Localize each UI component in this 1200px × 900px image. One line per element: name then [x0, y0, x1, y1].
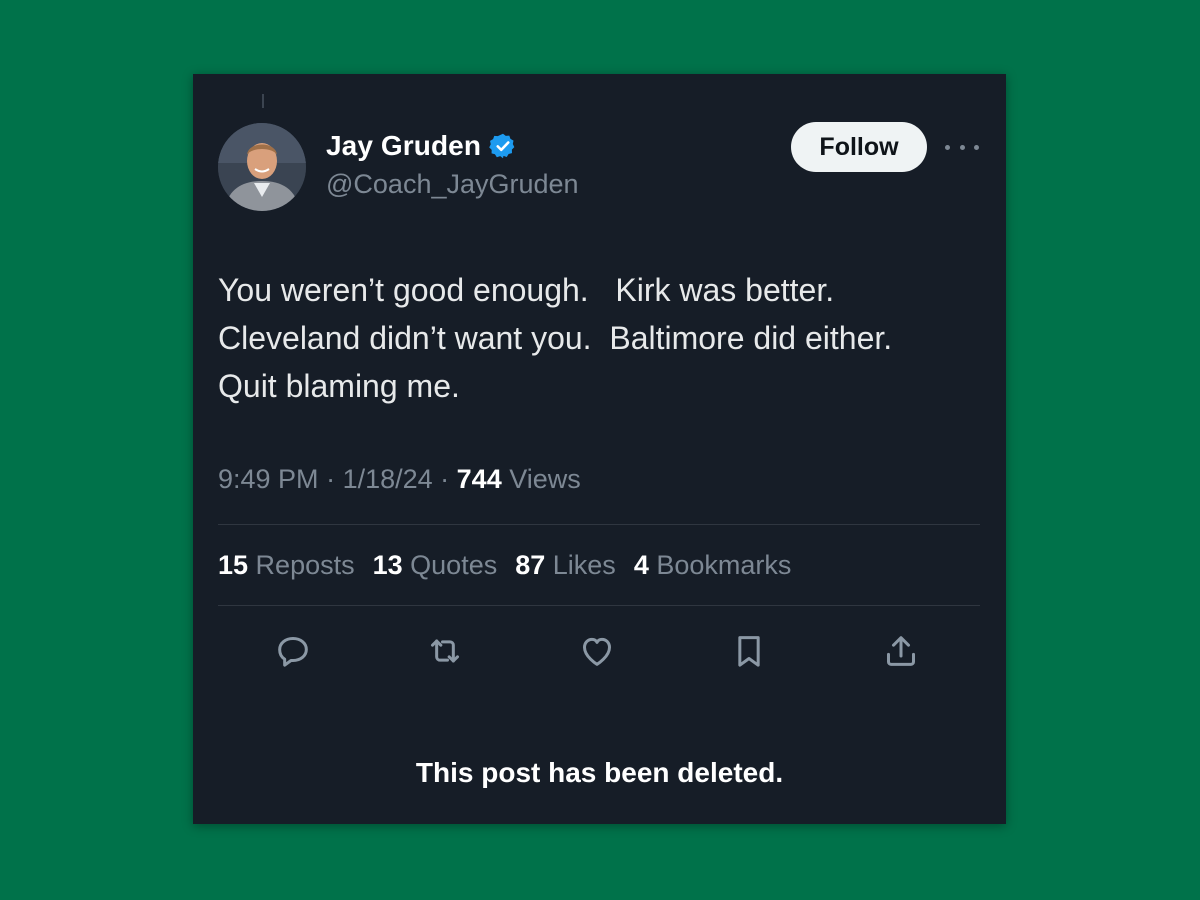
thread-connector-line: [262, 94, 264, 108]
tweet-meta: 9:49 PM · 1/18/24 · 744 Views: [218, 464, 581, 495]
tweet-text: You weren’t good enough. Kirk was better…: [218, 266, 988, 410]
tweet-date[interactable]: 1/18/24: [343, 464, 433, 494]
views-count: 744: [456, 464, 502, 494]
avatar[interactable]: [218, 123, 306, 211]
follow-button[interactable]: Follow: [791, 122, 927, 172]
more-dot: [959, 144, 965, 150]
tweet-line: You weren’t good enough. Kirk was better…: [218, 272, 835, 308]
more-options-icon[interactable]: [945, 136, 979, 158]
reposts-stat[interactable]: 15 Reposts: [218, 550, 355, 581]
engagement-stats: 15 Reposts 13 Quotes 87 Likes 4 Bookmark…: [218, 550, 809, 581]
repost-icon[interactable]: [423, 629, 467, 673]
action-bar: [218, 629, 980, 679]
tweet-line: Quit blaming me.: [218, 368, 460, 404]
author-display-name[interactable]: Jay Gruden: [326, 130, 481, 162]
more-dot: [974, 144, 979, 150]
bookmarks-stat[interactable]: 4 Bookmarks: [634, 550, 792, 581]
quotes-stat[interactable]: 13 Quotes: [373, 550, 498, 581]
avatar-image: [218, 123, 306, 211]
more-dot: [945, 144, 950, 150]
tweet-line: Cleveland didn’t want you. Baltimore did…: [218, 320, 893, 356]
tweet-time[interactable]: 9:49 PM: [218, 464, 319, 494]
divider: [218, 524, 980, 525]
deleted-notice: This post has been deleted.: [415, 757, 784, 788]
meta-separator: ·: [318, 464, 343, 494]
reply-icon[interactable]: [271, 629, 315, 673]
author-handle[interactable]: @Coach_JayGruden: [326, 169, 579, 200]
meta-separator: ·: [432, 464, 457, 494]
bookmark-icon[interactable]: [727, 629, 771, 673]
like-icon[interactable]: [575, 629, 619, 673]
views-label: Views: [501, 464, 581, 494]
tweet-card: Jay Gruden @Coach_JayGruden Follow You w…: [193, 74, 1006, 824]
divider: [218, 605, 980, 606]
author-name-row: Jay Gruden: [326, 130, 517, 162]
likes-stat[interactable]: 87 Likes: [515, 550, 616, 581]
share-icon[interactable]: [879, 629, 923, 673]
verified-badge-icon: [489, 132, 517, 160]
